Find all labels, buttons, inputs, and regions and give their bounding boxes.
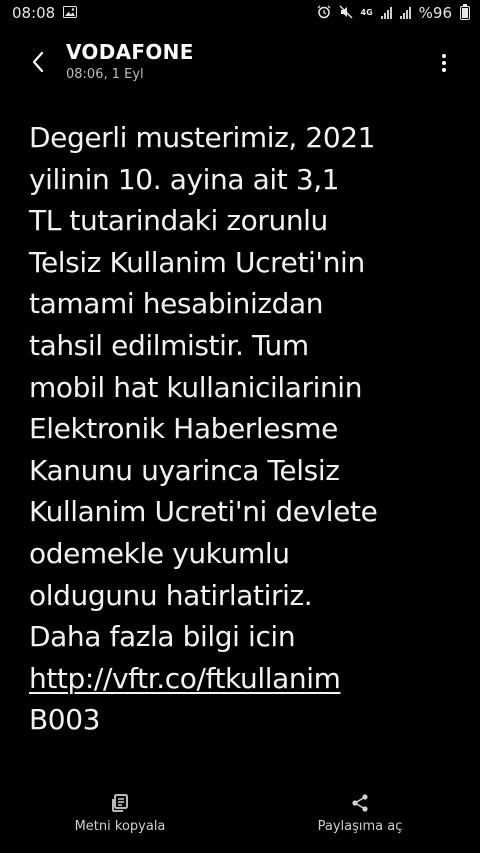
signal-icon [380, 7, 392, 19]
message-line: Kanunu uyarinca Telsiz [29, 453, 340, 487]
message-line: yilinin 10. ayina ait 3,1 [29, 162, 340, 196]
share-button[interactable]: Paylaşıma aç [240, 793, 480, 853]
signal-icon [399, 7, 411, 19]
status-right: 4G %96 [317, 4, 470, 22]
message-line: Telsiz Kullanim Ucreti'nin [29, 245, 365, 279]
message-line: mobil hat kullanicilarinin [29, 370, 363, 404]
message-line: Daha fazla bilgi icin [29, 620, 296, 654]
battery-percent: %96 [418, 4, 452, 22]
message-header: VODAFONE 08:06, 1 Eyl [0, 36, 480, 92]
mute-icon [339, 5, 353, 22]
copy-icon [112, 794, 128, 812]
sms-viewer-screen: 08:08 4G %96 VODAFONE 08:06, 1 Eyl Deger… [0, 0, 480, 853]
status-bar: 08:08 4G %96 [0, 0, 480, 26]
message-body: Degerli musterimiz, 2021 yilinin 10. ayi… [29, 117, 459, 741]
message-link[interactable]: http://vftr.co/ftkullanim [29, 662, 341, 695]
network-type-label: 4G [360, 8, 373, 17]
more-dot [442, 61, 446, 65]
battery-icon [460, 4, 470, 20]
message-line: Elektronik Haberlesme [29, 412, 338, 446]
image-icon [63, 5, 78, 21]
back-button[interactable] [20, 44, 56, 80]
copy-text-button[interactable]: Metni kopyala [0, 793, 240, 853]
message-line: Degerli musterimiz, 2021 [29, 121, 376, 154]
more-dot [442, 68, 446, 72]
message-line: Kullanim Ucreti'ni devlete [29, 495, 378, 529]
message-line: tahsil edilmistir. Tum [29, 328, 309, 362]
message-line: oldugunu hatirlatiriz. [29, 578, 313, 612]
more-options-button[interactable] [432, 48, 456, 78]
sender-name: VODAFONE [66, 40, 194, 64]
message-code: B003 [29, 703, 101, 737]
status-time: 08:08 [12, 4, 56, 22]
copy-text-label: Metni kopyala [74, 819, 166, 834]
message-line: tamami hesabinizdan [29, 287, 324, 321]
share-label: Paylaşıma aç [317, 819, 403, 834]
message-datetime: 08:06, 1 Eyl [66, 67, 144, 82]
chevron-left-icon [32, 51, 44, 73]
more-dot [442, 54, 446, 58]
alarm-icon [317, 5, 331, 22]
status-left: 08:08 [12, 4, 78, 22]
share-icon [352, 794, 368, 812]
message-line: TL tutarindaki zorunlu [29, 204, 328, 238]
bottom-action-bar: Metni kopyala Paylaşıma aç [0, 793, 480, 853]
message-line: odemekle yukumlu [29, 536, 290, 570]
